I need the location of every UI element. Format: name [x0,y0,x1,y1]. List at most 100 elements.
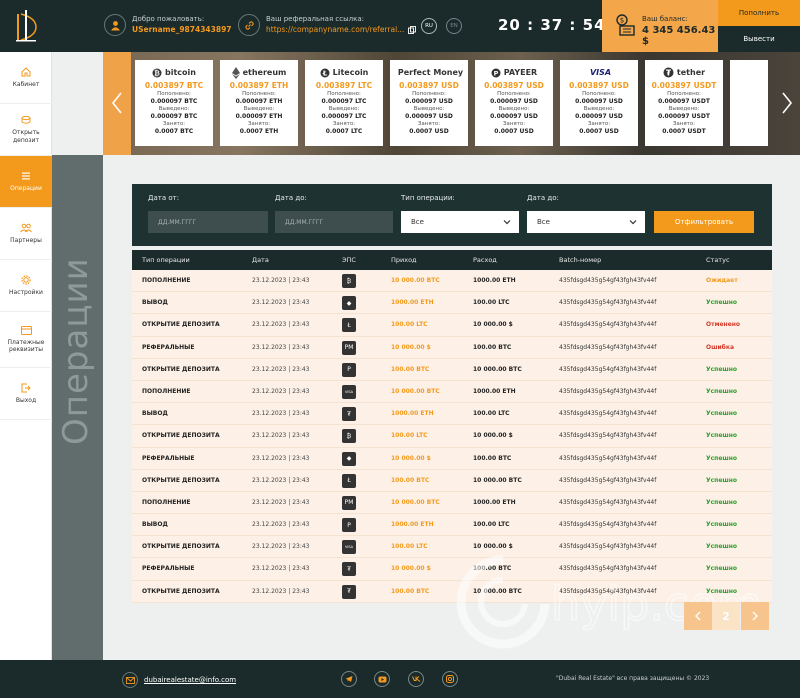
cell-date: 23.12.2023 | 23:43 [252,277,310,284]
cell-date: 23.12.2023 | 23:43 [252,587,310,595]
cell-status: Успешно [706,543,738,551]
svg-text:Ł: Ł [321,69,327,77]
page-next-button[interactable] [741,602,769,630]
table-row: РЕФЕРАЛЬНЫЕ 23.12.2023 | 23:43 PM 10 000.00… [132,336,772,359]
wallet-out: 0.000097 USDT [658,113,710,120]
lang-ru-button[interactable]: RU [421,18,437,34]
btc-icon: ₿ [342,429,356,444]
cell-date: 23.12.2023 | 23:43 [252,498,310,506]
cell-in: 100.00 BTC [391,587,430,595]
col-out: Расход [473,256,497,264]
sidebar-item-operations[interactable]: Операции [0,156,52,208]
wallet-out: 0.000097 LTC [321,113,367,120]
table-header: Тип операции Дата ЭПС Приход Расход Batc… [132,250,772,270]
wallet-in: 0.000097 USD [575,98,623,105]
wallet-card: VISA 0.003897 USD Пополнено: 0.000097 USD Вы… [560,60,638,146]
card-icon [20,325,32,335]
cell-out: 10 000.00 BTC [473,476,522,484]
cell-date: 23.12.2023 | 23:43 [252,521,310,529]
date-select-label: Дата до: [527,194,559,202]
user-icon [104,14,126,36]
wallet-busy: 0.0007 USDT [662,128,706,135]
wallet-logo-icon: P [491,68,501,78]
op-type-value: Все [411,218,424,226]
table-row: ПОПОЛНЕНИЕ 23.12.2023 | 23:43 VISA 10 000.0… [132,380,772,404]
op-type-select[interactable]: Все [401,211,519,233]
wallet-card: ₿ bitcoin 0.003897 BTC Пополнено: 0.000097 B… [135,60,213,146]
wallet-amount: 0.003897 ETH [229,81,289,90]
youtube-icon[interactable] [374,671,390,687]
cell-date: 23.12.2023 | 23:43 [252,387,310,395]
sidebar-item-partners[interactable]: Партнеры [0,208,52,260]
referral-link[interactable]: https://companyname.com/referral... [266,24,404,35]
eth-icon: ◆ [342,451,356,466]
date-from-label: Дата от: [148,194,180,202]
footer: dubairealestate@info.com "Dubai Real Est… [0,660,800,698]
cell-out: 100.00 BTC [473,565,512,573]
cell-batch: 435fdsgd435g54gf43fgh43fv44f [559,321,657,329]
cell-type: ОТКРЫТИЕ ДЕПОЗИТА [142,321,220,329]
cell-in: 100.00 BTC [391,365,430,373]
logo-icon[interactable] [14,8,38,44]
date-select[interactable]: Все [527,211,645,233]
table-row: ОТКРЫТИЕ ДЕПОЗИТА 23.12.2023 | 23:43 ₮ 100.… [132,580,772,603]
table-row: ОТКРЫТИЕ ДЕПОЗИТА 23.12.2023 | 23:43 VISA 1… [132,536,772,559]
wallet-out-label: Выведено: [328,106,360,112]
page-prev-button[interactable] [684,602,712,630]
instagram-icon[interactable] [442,671,458,687]
footer-email[interactable]: dubairealestate@info.com [144,676,236,684]
sidebar-item-logout[interactable]: Выход [0,368,52,420]
wallet-amount: 0.003897 LTC [315,81,373,90]
payeer-icon: P [342,518,356,533]
table-row: ПОПОЛНЕНИЕ 23.12.2023 | 23:43 ₿ 10 000.00 B… [132,270,772,293]
wallets-prev-button[interactable] [106,80,128,126]
wallets-next-button[interactable] [776,80,798,126]
copy-icon[interactable] [408,25,417,34]
chevron-left-icon [695,611,701,621]
cell-date: 23.12.2023 | 23:43 [252,410,310,418]
cell-in: 10 000.00 BTC [391,387,440,395]
cell-in: 1000.00 ETH [391,521,434,529]
wallet-out-label: Выведено: [158,106,190,112]
wallet-busy-label: Занято: [502,121,526,127]
wallet-in-label: Пополнено: [667,91,701,97]
ltc-icon: Ł [342,473,356,488]
lang-en-button[interactable]: EN [446,18,462,34]
ltc-icon: Ł [342,318,356,333]
wallet-in: 0.000097 ETH [235,98,283,105]
wallet-busy-label: Занято: [162,121,186,127]
filter-button[interactable]: Отфильтровать [654,211,754,233]
wallet-out: 0.000097 ETH [235,113,283,120]
wallet-logo: Ł Litecoin [305,64,383,81]
svg-text:₿: ₿ [154,69,160,77]
sidebar-item-cabinet[interactable]: Кабинет [0,52,52,104]
wallet-busy: 0.0007 USD [494,128,534,135]
cell-in: 100.00 BTC [391,476,430,484]
referral-link-block: Ваш реферальная ссылка: https://companyn… [238,14,417,36]
sidebar-item-payment-details[interactable]: Платежные реквизиты [0,312,52,368]
section-title-strip: Операции [52,155,103,660]
tether-icon: ₮ [342,407,356,422]
cell-type: РЕФЕРАЛЬНЫЕ [142,565,195,573]
sidebar-item-label: Платежные реквизиты [7,338,45,354]
vk-icon[interactable] [408,671,424,687]
chevron-left-icon [111,92,122,114]
sidebar-item-open-deposit[interactable]: Открыть депозит [0,104,52,156]
wallet-busy: 0.0007 USD [579,128,619,135]
cell-in: 1000.00 ETH [391,299,434,307]
sidebar-item-settings[interactable]: Настройки [0,260,52,312]
tether-icon: ₮ [342,584,356,599]
footer-email-block[interactable]: dubairealestate@info.com [122,672,236,688]
cell-type: ОТКРЫТИЕ ДЕПОЗИТА [142,543,220,551]
date-to-input[interactable]: ДД.ММ.ГГГГ [275,211,393,233]
wallet-in: 0.000097 LTC [321,98,367,105]
cell-batch: 435fdsgd435g54gf43fgh43fv44f [559,343,657,351]
cell-out: 100.00 BTC [473,343,512,351]
page-current[interactable]: 2 [712,602,740,630]
footer-copyright: "Dubai Real Estate" все права защищены ©… [556,675,710,682]
withdraw-button[interactable]: Вывести [718,26,800,52]
cell-type: РЕФЕРАЛЬНЫЕ [142,454,195,462]
date-from-input[interactable]: ДД.ММ.ГГГГ [148,211,268,233]
telegram-icon[interactable] [341,671,357,687]
topup-button[interactable]: Пополнить [718,0,800,26]
